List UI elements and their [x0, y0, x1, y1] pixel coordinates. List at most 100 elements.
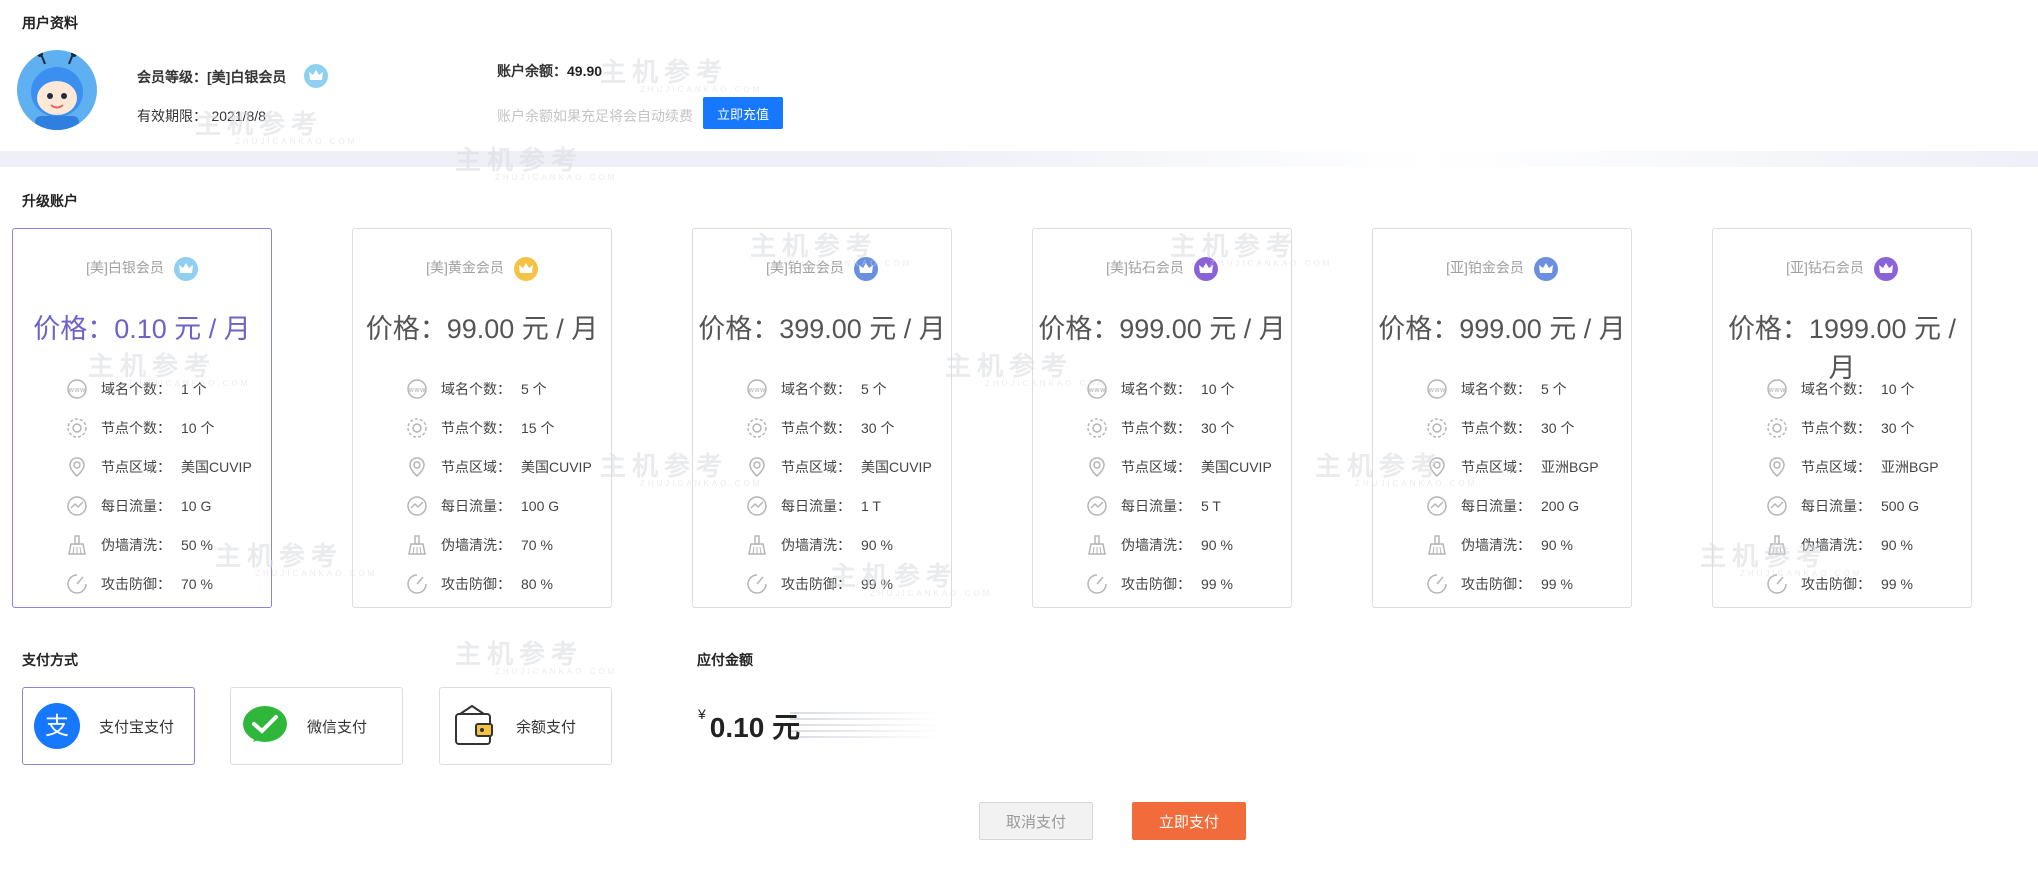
plan-name-row: [美]钻石会员 [1033, 257, 1291, 281]
plan-feature-value: 30 个 [1881, 419, 1915, 436]
expiry-label: 有效期限： [137, 108, 207, 124]
plan-feature-value: 10 G [181, 497, 212, 514]
plan-card[interactable]: [美]钻石会员 价格：999.00 元 / 月 www 域名个数： 10 个节点个数： 3… [1032, 228, 1292, 608]
svg-text:www: www [1768, 386, 1785, 394]
member-level-label: 会员等级： [137, 69, 207, 85]
shield-icon [1765, 572, 1789, 596]
plan-feature-value: 90 % [1881, 536, 1913, 553]
plan-feature-row: www 域名个数： 5 个 [405, 369, 592, 408]
plan-feature-value: 99 % [861, 575, 893, 592]
www-icon: www [1085, 377, 1109, 401]
plan-feature-row: 攻击防御： 99 % [1765, 564, 1939, 603]
plan-feature-row: 伪墙清洗： 90 % [1425, 525, 1599, 564]
plan-card[interactable]: [美]黄金会员 价格：99.00 元 / 月 www 域名个数： 5 个节点个数： 15 … [352, 228, 612, 608]
node-icon [1425, 416, 1449, 440]
crown-icon [1533, 257, 1558, 281]
cancel-payment-button[interactable]: 取消支付 [979, 802, 1093, 840]
www-icon: www [1765, 377, 1789, 401]
node-icon [65, 416, 89, 440]
member-crown-icon [304, 64, 328, 88]
plan-feature-value: 30 个 [1201, 419, 1235, 436]
plan-feature-value: 30 个 [861, 419, 895, 436]
plan-feature-value: 美国CUVIP [861, 458, 932, 475]
plan-feature-list: www 域名个数： 5 个节点个数： 15 个节点区域： 美国CUVIP 每日流量： 100… [405, 369, 592, 603]
plan-feature-value: 70 % [521, 536, 553, 553]
plan-name-row: [美]铂金会员 [693, 257, 951, 281]
plan-feature-row: 节点区域： 美国CUVIP [405, 447, 592, 486]
plan-feature-value: 5 个 [861, 380, 887, 397]
traffic-icon [65, 494, 89, 518]
payment-method-balance[interactable]: 余额支付 [439, 687, 612, 765]
plan-feature-value: 100 G [521, 497, 560, 514]
plan-feature-list: www 域名个数： 10 个节点个数： 30 个节点区域： 亚洲BGP 每日流量： 500 … [1765, 369, 1939, 603]
plan-feature-row: 伪墙清洗： 90 % [1085, 525, 1272, 564]
payment-section-title: 支付方式 [22, 652, 78, 668]
section-divider [0, 151, 2038, 167]
location-icon [1425, 455, 1449, 479]
currency-symbol: ¥ [698, 706, 706, 722]
plan-card[interactable]: [亚]铂金会员 价格：999.00 元 / 月 www 域名个数： 5 个节点个数： 30… [1372, 228, 1632, 608]
plan-card[interactable]: [美]白银会员 价格：0.10 元 / 月 www 域名个数： 1 个节点个数： 10 个… [12, 228, 272, 608]
location-icon [65, 455, 89, 479]
recharge-button[interactable]: 立即充值 [703, 97, 783, 129]
plan-feature-row: 攻击防御： 99 % [745, 564, 932, 603]
plan-feature-row: 伪墙清洗： 90 % [1765, 525, 1939, 564]
plan-feature-label: 攻击防御： [1801, 575, 1871, 592]
plan-feature-row: 节点个数： 15 个 [405, 408, 592, 447]
payment-method-wechat[interactable]: 微信支付 [230, 687, 403, 765]
traffic-icon [1085, 494, 1109, 518]
plan-feature-label: 攻击防御： [1121, 575, 1191, 592]
plan-name: [亚]钻石会员 [1786, 259, 1864, 276]
svg-text:www: www [748, 386, 765, 394]
plan-feature-row: 节点区域： 亚洲BGP [1765, 447, 1939, 486]
plan-feature-row: 节点区域： 美国CUVIP [745, 447, 932, 486]
plan-feature-label: 每日流量： [1801, 497, 1871, 514]
plan-feature-label: 节点个数： [781, 419, 851, 436]
amount-value: 0.10 元 [709, 712, 801, 743]
location-icon [1765, 455, 1789, 479]
plan-feature-label: 节点个数： [1801, 419, 1871, 436]
plan-feature-label: 域名个数： [1461, 380, 1531, 397]
plan-feature-value: 亚洲BGP [1881, 458, 1939, 475]
node-icon [1085, 416, 1109, 440]
traffic-icon [1765, 494, 1789, 518]
plan-feature-row: www 域名个数： 10 个 [1085, 369, 1272, 408]
auto-renew-hint: 账户余额如果充足将会自动续费 [497, 108, 693, 124]
plan-feature-row: 每日流量： 500 G [1765, 486, 1939, 525]
broom-icon [1425, 533, 1449, 557]
plan-feature-row: 伪墙清洗： 90 % [745, 525, 932, 564]
plan-name-row: [亚]铂金会员 [1373, 257, 1631, 281]
balance-row: 账户余额：49.90 [497, 61, 602, 81]
payment-method-alipay[interactable]: 支 支付宝支付 [22, 687, 195, 765]
pay-now-button[interactable]: 立即支付 [1132, 802, 1246, 840]
watermark-text: 主机参考 [600, 57, 729, 87]
plan-feature-label: 节点区域： [1461, 458, 1531, 475]
plan-feature-value: 5 个 [1541, 380, 1567, 397]
plan-feature-label: 节点个数： [1121, 419, 1191, 436]
plan-feature-row: 节点个数： 30 个 [745, 408, 932, 447]
plan-feature-label: 攻击防御： [101, 575, 171, 592]
plan-feature-label: 伪墙清洗： [101, 536, 171, 553]
svg-text:www: www [1428, 386, 1445, 394]
plan-card[interactable]: [美]铂金会员 价格：399.00 元 / 月 www 域名个数： 5 个节点个数： 30… [692, 228, 952, 608]
plan-feature-label: 攻击防御： [781, 575, 851, 592]
plan-feature-label: 伪墙清洗： [781, 536, 851, 553]
watermark: 主机参考 ZHUJICANKAO.COM [600, 52, 762, 94]
www-icon: www [65, 377, 89, 401]
plan-feature-row: 攻击防御： 99 % [1425, 564, 1599, 603]
plan-price: 价格：99.00 元 / 月 [365, 314, 599, 344]
payment-method-label: 支付宝支付 [99, 718, 175, 736]
plan-feature-value: 5 T [1201, 497, 1221, 514]
plan-feature-label: 每日流量： [441, 497, 511, 514]
shield-icon [1425, 572, 1449, 596]
plan-feature-label: 节点区域： [1801, 458, 1871, 475]
svg-text:www: www [1088, 386, 1105, 394]
plan-feature-label: 节点个数： [441, 419, 511, 436]
plan-feature-row: 节点个数： 10 个 [65, 408, 252, 447]
plan-card[interactable]: [亚]钻石会员 价格：1999.00 元 / 月 www 域名个数： 10 个节点个数：… [1712, 228, 1972, 608]
amount-decoration [790, 712, 940, 742]
plan-feature-value: 50 % [181, 536, 213, 553]
plan-feature-row: 伪墙清洗： 70 % [405, 525, 592, 564]
plan-feature-row: 伪墙清洗： 50 % [65, 525, 252, 564]
plan-feature-label: 节点区域： [1121, 458, 1191, 475]
